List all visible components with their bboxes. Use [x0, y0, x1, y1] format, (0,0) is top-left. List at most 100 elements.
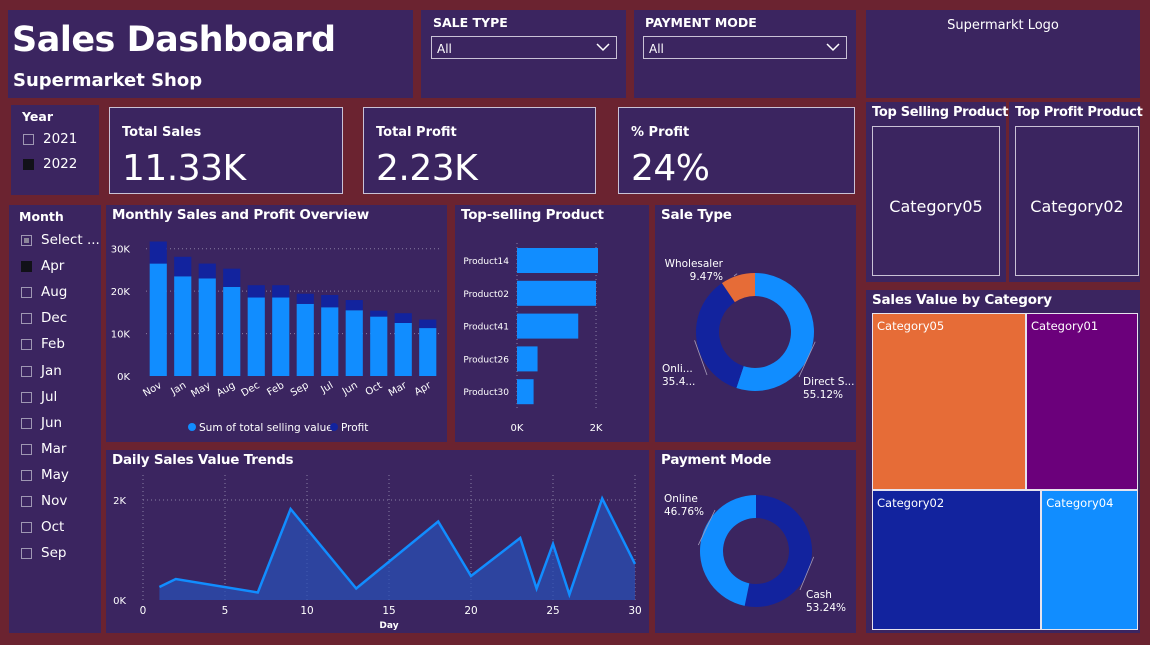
- x-tick-label: 20: [464, 605, 477, 617]
- checkbox[interactable]: [21, 548, 32, 560]
- checkbox[interactable]: [21, 391, 32, 403]
- payment-mode-chart-panel: Payment Mode Cash 53.24% Online 46.76%: [655, 450, 856, 633]
- checkbox[interactable]: [23, 159, 34, 170]
- top-selling-card: Top Selling Product Category05: [866, 102, 1009, 282]
- month-slicer-label: Month: [19, 209, 64, 224]
- sales-bar[interactable]: [149, 263, 167, 376]
- product-bar[interactable]: [517, 379, 534, 405]
- sales-bar[interactable]: [198, 278, 216, 376]
- sales-bar[interactable]: [272, 297, 290, 376]
- legend-marker: [330, 423, 338, 431]
- top-selling-label: Top Selling Product: [872, 105, 1009, 120]
- treemap-cell-label: Category02: [877, 496, 945, 511]
- sales-bar[interactable]: [345, 310, 363, 376]
- checkbox[interactable]: [21, 522, 32, 534]
- x-axis-title: Day: [379, 621, 398, 631]
- daily-trend-chart: 0 5 10 15 20 25 30 0K 2K Day: [113, 475, 642, 631]
- slice-pct: 53.24%: [806, 602, 846, 614]
- profit-bar[interactable]: [321, 294, 339, 308]
- month-option-label: Dec: [41, 310, 68, 327]
- x-tick-label: Aug: [215, 380, 237, 399]
- product-bar[interactable]: [517, 280, 597, 306]
- treemap-cell-label: Category04: [1046, 496, 1114, 511]
- checkbox[interactable]: [21, 496, 32, 507]
- slice-pct: 35.4...: [662, 376, 695, 388]
- sales-bar[interactable]: [296, 303, 314, 376]
- year-slicer: Year 2021 2022: [11, 105, 99, 195]
- sales-bar[interactable]: [419, 328, 437, 376]
- profit-bar[interactable]: [345, 300, 363, 311]
- kpi-total-sales-label: Total Sales: [122, 125, 202, 140]
- product-bar[interactable]: [517, 313, 579, 339]
- checkbox[interactable]: [21, 365, 32, 377]
- kpi-total-profit: Total Profit 2.23K: [363, 107, 596, 194]
- y-tick-label: Product14: [463, 257, 509, 267]
- profit-bar[interactable]: [272, 285, 290, 298]
- logo-placeholder: Supermarkt Logo: [947, 18, 1059, 33]
- profit-bar[interactable]: [223, 268, 241, 287]
- checkbox[interactable]: [21, 313, 32, 325]
- treemap-cell[interactable]: Category05: [872, 313, 1026, 491]
- sale-type-filter-panel: SALE TYPE All: [421, 10, 626, 98]
- treemap-cell-label: Category05: [877, 319, 945, 333]
- y-tick-label: 30K: [111, 245, 131, 256]
- month-option-label: Aug: [41, 284, 68, 301]
- profit-bar[interactable]: [198, 263, 216, 279]
- profit-bar[interactable]: [296, 293, 314, 304]
- chevron-down-icon: [596, 43, 610, 52]
- sale-type-dropdown[interactable]: All: [431, 36, 617, 59]
- sales-bar[interactable]: [174, 276, 192, 376]
- donut-slice[interactable]: [700, 495, 756, 606]
- top-profit-label: Top Profit Product: [1015, 105, 1143, 120]
- x-tick-label: May: [189, 380, 212, 400]
- y-tick-label: Product26: [463, 355, 509, 365]
- treemap-cell[interactable]: Category02: [872, 490, 1042, 630]
- sales-bar[interactable]: [247, 297, 265, 376]
- checkbox[interactable]: [21, 417, 32, 429]
- monthly-chart: 0K 10K 20K 30K Nov Jan May Aug Dec Feb Sep Jul Jun Oc…: [111, 241, 440, 434]
- x-tick-label: 10: [300, 605, 313, 617]
- x-tick-label: 15: [382, 605, 395, 617]
- slice-label: Online: [664, 493, 698, 505]
- checkbox[interactable]: [21, 469, 32, 481]
- checkbox[interactable]: [21, 339, 32, 351]
- payment-mode-dropdown[interactable]: All: [643, 36, 847, 59]
- treemap-cell[interactable]: Category04: [1041, 490, 1138, 630]
- product-bar[interactable]: [517, 346, 538, 372]
- top-selling-chart-panel: Top-selling Product 0K 2K Product14 Product…: [455, 205, 649, 442]
- header-panel: Sales Dashboard Supermarket Shop: [8, 10, 413, 98]
- page-title: Sales Dashboard: [12, 20, 336, 60]
- legend-label: Profit: [341, 422, 368, 434]
- kpi-total-profit-label: Total Profit: [376, 125, 457, 140]
- y-tick-label: 10K: [111, 330, 131, 341]
- profit-bar[interactable]: [370, 310, 388, 317]
- checkbox[interactable]: [21, 261, 32, 273]
- sale-type-chart: Direct S...55.12% Onli...35.4... Wholesale…: [662, 258, 854, 401]
- kpi-pct-profit-label: % Profit: [631, 125, 690, 140]
- checkbox[interactable]: [21, 235, 32, 246]
- checkbox[interactable]: [21, 287, 32, 299]
- leader-line: [733, 273, 738, 277]
- checkbox[interactable]: [21, 443, 32, 455]
- product-bar[interactable]: [517, 248, 598, 273]
- sales-bar[interactable]: [223, 286, 241, 376]
- treemap-cell[interactable]: Category01: [1026, 313, 1138, 491]
- sales-bar[interactable]: [394, 322, 412, 376]
- month-slicer: Month Select ... Apr Aug Dec Feb Jan Jul Jun Mar…: [9, 205, 101, 633]
- profit-bar[interactable]: [149, 241, 167, 264]
- slice-label: Onli...: [662, 363, 693, 375]
- sales-bar[interactable]: [370, 316, 388, 376]
- month-option-label: Oct: [41, 519, 65, 536]
- top-selling-value-box: Category05: [872, 126, 1000, 276]
- checkbox[interactable]: [23, 134, 34, 145]
- sales-bar[interactable]: [321, 307, 339, 376]
- daily-area: [159, 498, 635, 600]
- profit-bar[interactable]: [247, 285, 265, 298]
- x-tick-label: Dec: [239, 380, 261, 399]
- x-tick-label: 0: [140, 605, 147, 617]
- x-tick-label: Nov: [141, 380, 163, 399]
- profit-bar[interactable]: [174, 256, 192, 277]
- profit-bar[interactable]: [394, 313, 412, 323]
- profit-bar[interactable]: [419, 319, 437, 329]
- month-option-label: Jan: [41, 362, 62, 379]
